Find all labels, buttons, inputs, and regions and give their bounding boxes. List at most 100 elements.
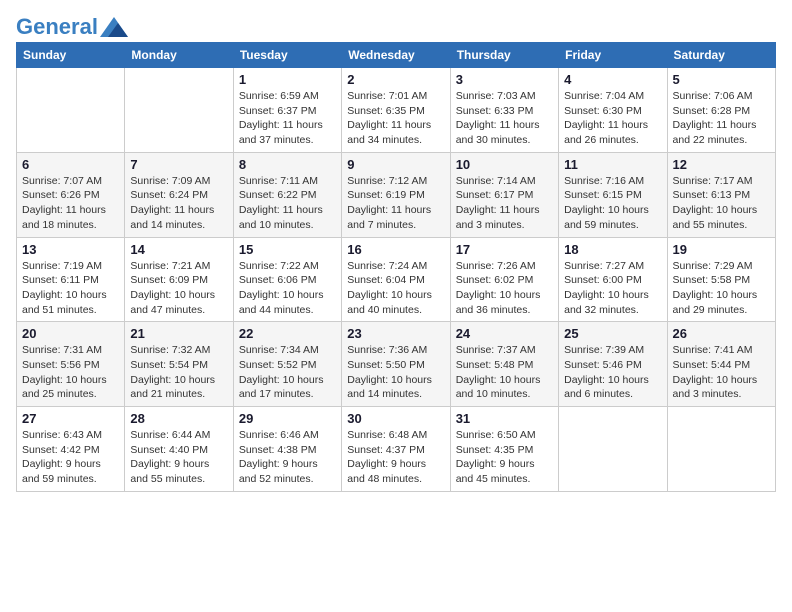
calendar-cell: 23 Sunrise: 7:36 AMSunset: 5:50 PMDayligh… [342,322,450,407]
page-header: General [16,16,776,34]
day-info: Sunrise: 7:17 AMSunset: 6:13 PMDaylight:… [673,174,770,233]
calendar-cell: 24 Sunrise: 7:37 AMSunset: 5:48 PMDayligh… [450,322,558,407]
day-number: 26 [673,326,770,341]
col-header-saturday: Saturday [667,43,775,68]
day-info: Sunrise: 7:16 AMSunset: 6:15 PMDaylight:… [564,174,661,233]
day-number: 1 [239,72,336,87]
day-info: Sunrise: 6:46 AMSunset: 4:38 PMDaylight:… [239,428,336,487]
day-number: 28 [130,411,227,426]
calendar-cell: 16 Sunrise: 7:24 AMSunset: 6:04 PMDayligh… [342,237,450,322]
calendar-cell: 6 Sunrise: 7:07 AMSunset: 6:26 PMDaylight… [17,152,125,237]
day-info: Sunrise: 7:34 AMSunset: 5:52 PMDaylight:… [239,343,336,402]
day-info: Sunrise: 7:24 AMSunset: 6:04 PMDaylight:… [347,259,444,318]
calendar-cell: 17 Sunrise: 7:26 AMSunset: 6:02 PMDayligh… [450,237,558,322]
calendar-cell: 3 Sunrise: 7:03 AMSunset: 6:33 PMDaylight… [450,68,558,153]
day-info: Sunrise: 7:14 AMSunset: 6:17 PMDaylight:… [456,174,553,233]
calendar-cell: 19 Sunrise: 7:29 AMSunset: 5:58 PMDayligh… [667,237,775,322]
calendar-cell [125,68,233,153]
day-number: 17 [456,242,553,257]
calendar-cell: 20Sunrise: 7:31 AMSunset: 5:56 PMDayligh… [17,322,125,407]
day-info: Sunrise: 7:22 AMSunset: 6:06 PMDaylight:… [239,259,336,318]
col-header-thursday: Thursday [450,43,558,68]
day-info: Sunrise: 7:36 AMSunset: 5:50 PMDaylight:… [347,343,444,402]
calendar-cell: 15 Sunrise: 7:22 AMSunset: 6:06 PMDayligh… [233,237,341,322]
calendar-cell: 30 Sunrise: 6:48 AMSunset: 4:37 PMDayligh… [342,407,450,492]
calendar-cell: 26 Sunrise: 7:41 AMSunset: 5:44 PMDayligh… [667,322,775,407]
day-info: Sunrise: 7:27 AMSunset: 6:00 PMDaylight:… [564,259,661,318]
day-number: 4 [564,72,661,87]
day-info: Sunrise: 7:37 AMSunset: 5:48 PMDaylight:… [456,343,553,402]
day-info: Sunrise: 7:03 AMSunset: 6:33 PMDaylight:… [456,89,553,148]
day-info: Sunrise: 6:48 AMSunset: 4:37 PMDaylight:… [347,428,444,487]
day-info: Sunrise: 7:07 AMSunset: 6:26 PMDaylight:… [22,174,119,233]
calendar-cell: 27 Sunrise: 6:43 AMSunset: 4:42 PMDayligh… [17,407,125,492]
calendar-cell: 10 Sunrise: 7:14 AMSunset: 6:17 PMDayligh… [450,152,558,237]
calendar-cell [559,407,667,492]
logo: General [16,16,128,34]
day-number: 18 [564,242,661,257]
calendar-cell: 31 Sunrise: 6:50 AMSunset: 4:35 PMDayligh… [450,407,558,492]
calendar-cell: 22 Sunrise: 7:34 AMSunset: 5:52 PMDayligh… [233,322,341,407]
day-number: 30 [347,411,444,426]
day-info: Sunrise: 6:43 AMSunset: 4:42 PMDaylight:… [22,428,119,487]
day-number: 10 [456,157,553,172]
day-number: 9 [347,157,444,172]
day-info: Sunrise: 7:39 AMSunset: 5:46 PMDaylight:… [564,343,661,402]
day-info: Sunrise: 7:09 AMSunset: 6:24 PMDaylight:… [130,174,227,233]
col-header-sunday: Sunday [17,43,125,68]
col-header-wednesday: Wednesday [342,43,450,68]
day-info: Sunrise: 6:59 AMSunset: 6:37 PMDaylight:… [239,89,336,148]
calendar-cell: 29 Sunrise: 6:46 AMSunset: 4:38 PMDayligh… [233,407,341,492]
day-number: 7 [130,157,227,172]
calendar-cell: 14Sunrise: 7:21 AMSunset: 6:09 PMDayligh… [125,237,233,322]
col-header-monday: Monday [125,43,233,68]
day-info: Sunrise: 6:44 AMSunset: 4:40 PMDaylight:… [130,428,227,487]
calendar-cell: 25 Sunrise: 7:39 AMSunset: 5:46 PMDayligh… [559,322,667,407]
calendar-cell: 18 Sunrise: 7:27 AMSunset: 6:00 PMDayligh… [559,237,667,322]
day-info: Sunrise: 7:29 AMSunset: 5:58 PMDaylight:… [673,259,770,318]
logo-text: General [16,16,98,38]
day-number: 3 [456,72,553,87]
col-header-friday: Friday [559,43,667,68]
calendar-cell: 11Sunrise: 7:16 AMSunset: 6:15 PMDayligh… [559,152,667,237]
day-info: Sunrise: 7:32 AMSunset: 5:54 PMDaylight:… [130,343,227,402]
calendar-cell [667,407,775,492]
day-number: 6 [22,157,119,172]
day-number: 29 [239,411,336,426]
day-number: 21 [130,326,227,341]
calendar-cell: 12Sunrise: 7:17 AMSunset: 6:13 PMDayligh… [667,152,775,237]
day-number: 24 [456,326,553,341]
calendar-cell [17,68,125,153]
calendar-cell: 13Sunrise: 7:19 AMSunset: 6:11 PMDayligh… [17,237,125,322]
calendar-cell: 2 Sunrise: 7:01 AMSunset: 6:35 PMDaylight… [342,68,450,153]
day-number: 15 [239,242,336,257]
day-number: 14 [130,242,227,257]
day-number: 16 [347,242,444,257]
day-number: 8 [239,157,336,172]
day-info: Sunrise: 7:26 AMSunset: 6:02 PMDaylight:… [456,259,553,318]
day-info: Sunrise: 7:11 AMSunset: 6:22 PMDaylight:… [239,174,336,233]
day-info: Sunrise: 7:12 AMSunset: 6:19 PMDaylight:… [347,174,444,233]
calendar-table: SundayMondayTuesdayWednesdayThursdayFrid… [16,42,776,492]
day-info: Sunrise: 6:50 AMSunset: 4:35 PMDaylight:… [456,428,553,487]
calendar-cell: 8 Sunrise: 7:11 AMSunset: 6:22 PMDaylight… [233,152,341,237]
day-number: 13 [22,242,119,257]
day-number: 2 [347,72,444,87]
day-number: 19 [673,242,770,257]
day-number: 27 [22,411,119,426]
day-number: 23 [347,326,444,341]
day-info: Sunrise: 7:31 AMSunset: 5:56 PMDaylight:… [22,343,119,402]
day-number: 22 [239,326,336,341]
calendar-cell: 21 Sunrise: 7:32 AMSunset: 5:54 PMDayligh… [125,322,233,407]
logo-icon [100,17,128,37]
calendar-cell: 28 Sunrise: 6:44 AMSunset: 4:40 PMDayligh… [125,407,233,492]
calendar-cell: 4Sunrise: 7:04 AMSunset: 6:30 PMDaylight… [559,68,667,153]
calendar-cell: 5Sunrise: 7:06 AMSunset: 6:28 PMDaylight… [667,68,775,153]
col-header-tuesday: Tuesday [233,43,341,68]
day-number: 5 [673,72,770,87]
day-info: Sunrise: 7:01 AMSunset: 6:35 PMDaylight:… [347,89,444,148]
calendar-cell: 9 Sunrise: 7:12 AMSunset: 6:19 PMDaylight… [342,152,450,237]
day-number: 31 [456,411,553,426]
day-number: 25 [564,326,661,341]
day-info: Sunrise: 7:41 AMSunset: 5:44 PMDaylight:… [673,343,770,402]
